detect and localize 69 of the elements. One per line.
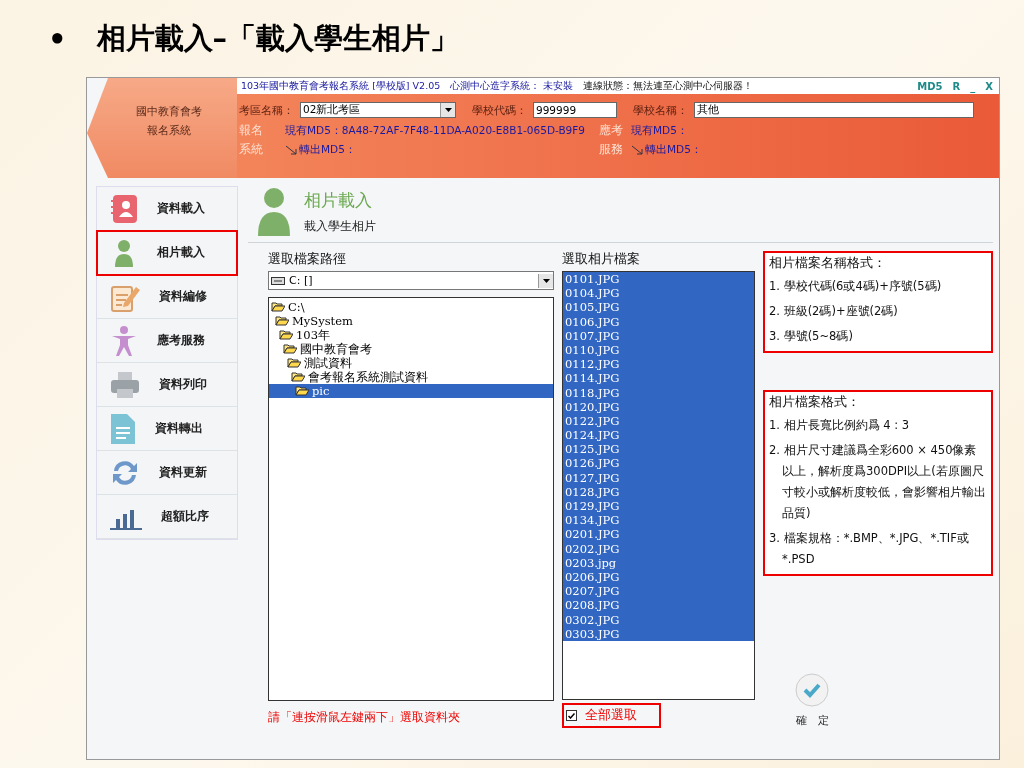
tree-node[interactable]: 測試資料: [269, 356, 553, 370]
md5-text: 現有MD5：: [631, 122, 689, 138]
info-title: 相片檔案名稱格式：: [769, 255, 887, 272]
text-field[interactable]: 999999: [533, 102, 617, 118]
field-label: 學校名稱：: [633, 102, 688, 118]
md5-export-text: 轉出MD5：: [631, 141, 702, 158]
file-item[interactable]: 0126.JPG: [563, 456, 754, 471]
info-text: 2. 相片尺寸建議爲全彩600 × 450像素以上，解析度爲300DPI以上(若原圖尺寸較小或解析度較低，會影響相片輸出品質): [769, 442, 987, 522]
window-control[interactable]: X: [985, 80, 993, 92]
status-text: 心測中心造字系統： 未安裝: [450, 79, 574, 93]
md5-label: 服務: [599, 141, 623, 158]
section-label: 選取相片檔案: [562, 251, 641, 268]
hint-text: 請「連按滑鼠左鍵兩下」選取資料夾: [268, 709, 461, 726]
page-title: 相片載入: [304, 189, 373, 212]
text-field[interactable]: 其他: [694, 102, 974, 118]
tree-node[interactable]: pic: [269, 384, 553, 398]
md5-export-text: 轉出MD5：: [285, 141, 599, 158]
info-text: 1. 學校代碼(6或4碼)+序號(5碼): [769, 278, 943, 295]
file-item[interactable]: 0101.JPG: [563, 272, 754, 287]
sidebar-item[interactable]: 相片載入: [97, 231, 237, 275]
md5-text: 現有MD5：8A48-72AF-7F48-11DA-A020-E8B1-065D-B9F9: [285, 122, 586, 138]
connection-status: 連線狀態：無法連至心測中心伺服器！: [583, 79, 754, 93]
file-item[interactable]: 0134.JPG: [563, 513, 754, 528]
file-item[interactable]: 0124.JPG: [563, 428, 754, 443]
sidebar-item[interactable]: 資料更新: [97, 451, 237, 495]
file-item[interactable]: 0105.JPG: [563, 300, 754, 315]
sidebar-item[interactable]: 超額比序: [97, 495, 237, 539]
md5-label: 報名: [239, 122, 264, 139]
bullet: •: [48, 21, 67, 56]
window-control[interactable]: _: [970, 80, 976, 92]
info-text: 2. 班級(2碼)+座號(2碼): [769, 303, 899, 320]
section-label: 選取檔案路徑: [268, 251, 347, 268]
tree-node[interactable]: 國中教育會考: [269, 342, 553, 356]
select-all-checkbox[interactable]: 全部選取: [562, 703, 661, 728]
sidebar-item[interactable]: 資料編修: [97, 275, 237, 319]
info-text: 3. 學號(5~8碼): [769, 328, 854, 345]
sidebar-item[interactable]: 資料載入: [97, 187, 237, 231]
file-item[interactable]: 0114.JPG: [563, 371, 754, 386]
file-item[interactable]: 0104.JPG: [563, 286, 754, 301]
field-label: 學校代碼：: [472, 102, 527, 118]
file-item[interactable]: 0129.JPG: [563, 499, 754, 514]
sidebar-item[interactable]: 應考服務: [97, 319, 237, 363]
file-item[interactable]: 0208.JPG: [563, 598, 754, 613]
tree-node[interactable]: 103年: [269, 328, 553, 342]
info-text: 1. 相片長寬比例約爲 4 : 3: [769, 417, 911, 434]
field-label: 考區名稱：: [239, 102, 294, 118]
file-item[interactable]: 0125.JPG: [563, 442, 754, 457]
info-title: 相片檔案格式：: [769, 394, 861, 411]
info-text: 3. 檔案規格：*.BMP、*.JPG、*.TIF或*.PSD: [769, 530, 970, 568]
file-item[interactable]: 0201.JPG: [563, 527, 754, 542]
confirm-button[interactable]: 確 定: [795, 673, 829, 728]
sidebar-item[interactable]: 資料列印: [97, 363, 237, 407]
window-control[interactable]: MD5: [917, 80, 943, 92]
logo-text: 國中教育會考: [135, 104, 202, 119]
slide-title: 相片載入–「載入學生相片」: [96, 19, 460, 57]
select-field[interactable]: 02新北考區: [300, 102, 456, 118]
tree-node[interactable]: 會考報名系統測試資料: [269, 370, 553, 384]
md5-label: 系統: [239, 141, 264, 158]
drive-select[interactable]: C: []: [268, 271, 554, 290]
file-item[interactable]: 0207.JPG: [563, 584, 754, 599]
tree-node[interactable]: MySystem: [269, 314, 553, 328]
window-title: 103年國中教育會考報名系統 [學校版] V2.05: [241, 79, 441, 93]
md5-label: 應考: [599, 122, 623, 139]
sidebar-item[interactable]: 資料轉出: [97, 407, 237, 451]
window-control[interactable]: R: [952, 80, 961, 92]
file-item[interactable]: 0112.JPG: [563, 357, 754, 372]
tree-node[interactable]: C:\: [269, 300, 553, 314]
page-subtitle: 載入學生相片: [304, 218, 376, 235]
logo-text: 報名系統: [146, 123, 191, 138]
